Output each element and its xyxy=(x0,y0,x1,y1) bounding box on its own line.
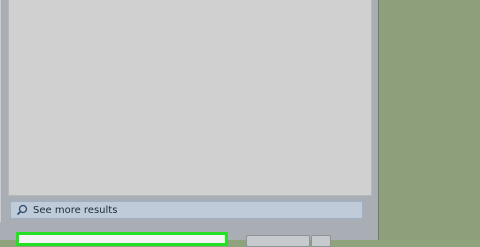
search-results-pane xyxy=(8,0,372,196)
search-input[interactable] xyxy=(16,232,228,246)
shutdown-options-button[interactable] xyxy=(311,235,331,247)
shutdown-button[interactable] xyxy=(246,235,310,247)
see-more-results-link[interactable]: See more results xyxy=(10,201,363,219)
search-icon xyxy=(15,203,29,217)
start-menu: See more results xyxy=(0,0,379,247)
see-more-results-label: See more results xyxy=(33,204,118,216)
